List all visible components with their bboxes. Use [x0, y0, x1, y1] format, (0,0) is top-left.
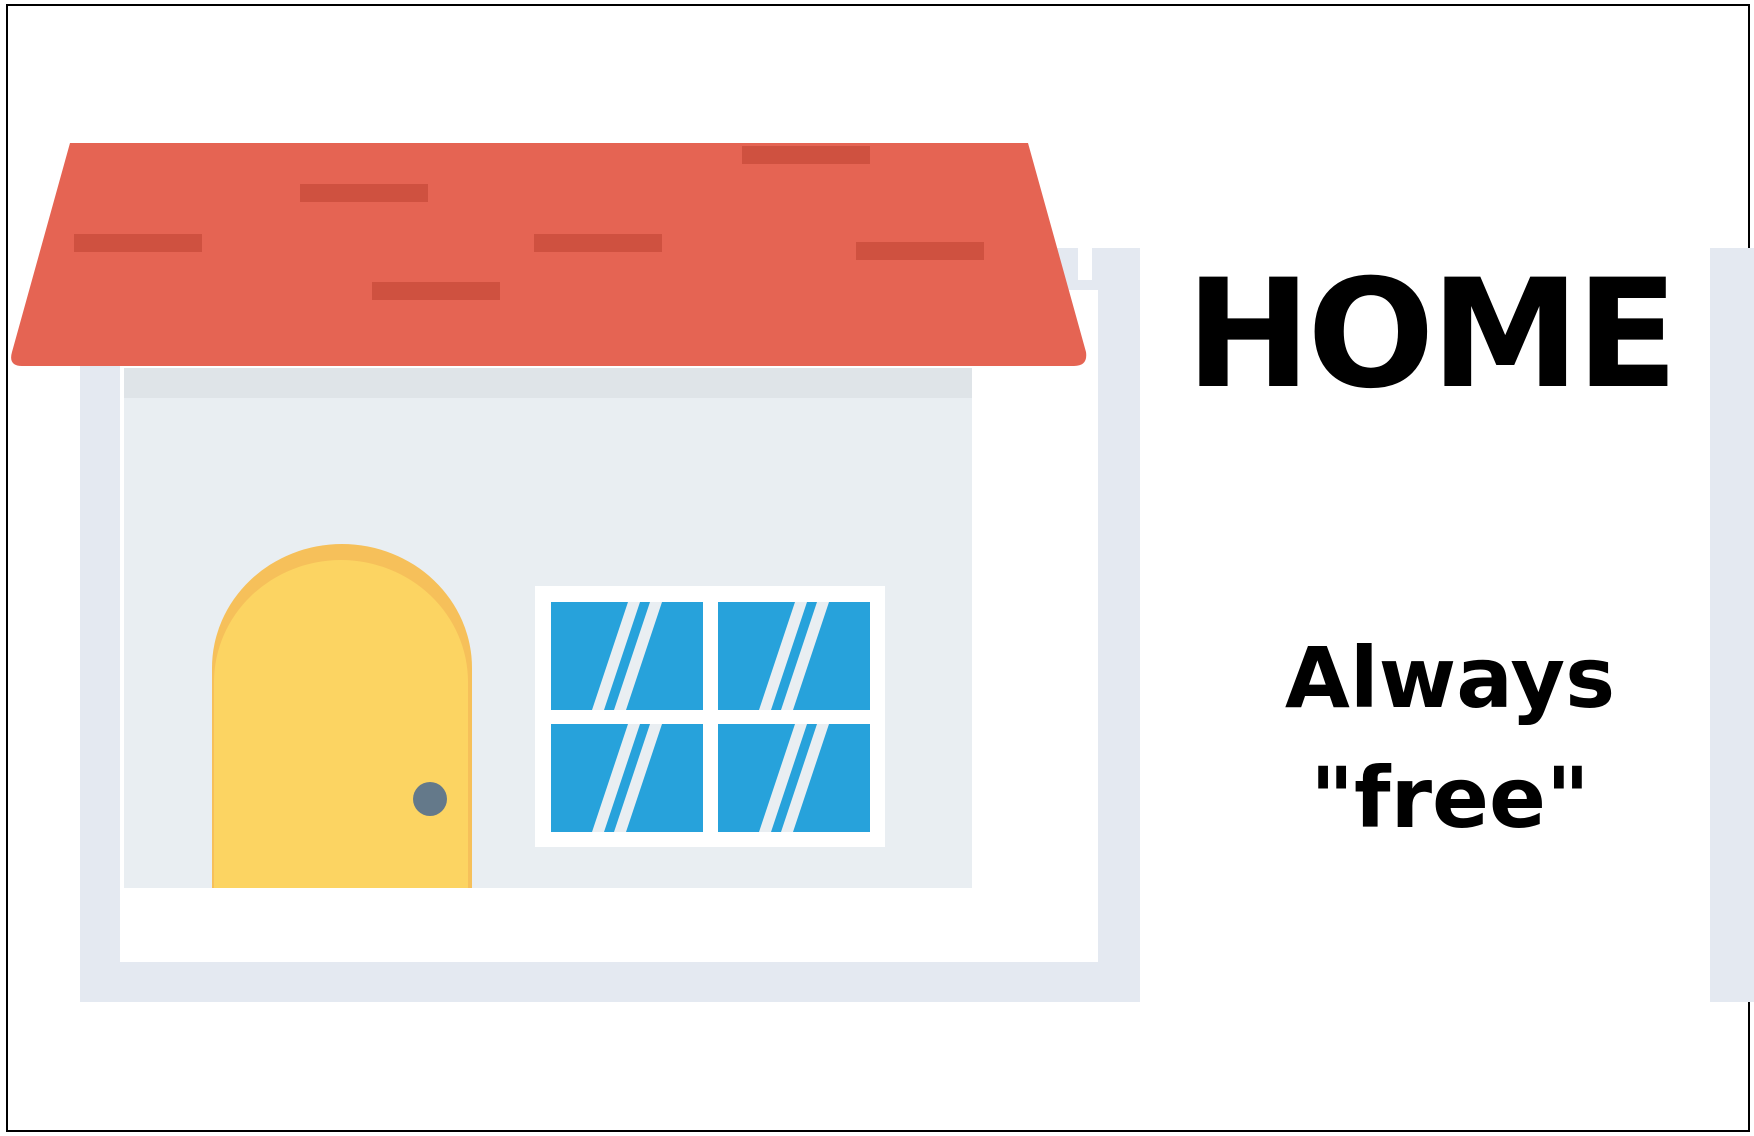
house-illustration	[11, 143, 1754, 1002]
door-icon	[212, 544, 472, 888]
right-edge-strip	[1710, 248, 1754, 1002]
backdrop-gap	[1078, 240, 1092, 280]
roof-shingle	[300, 184, 428, 202]
tagline: Always "free"	[1230, 618, 1670, 858]
roof-shingle	[74, 234, 202, 252]
page-title: HOME	[1185, 248, 1679, 422]
roof-shingle	[856, 242, 984, 260]
window-icon	[535, 586, 885, 847]
roof-shingle	[534, 234, 662, 252]
roof-shingle	[372, 282, 500, 300]
tagline-line-1: Always	[1284, 629, 1616, 727]
roof-shingle	[742, 146, 870, 164]
door-panel	[214, 560, 468, 888]
tagline-line-2: "free"	[1310, 749, 1590, 847]
house-icon	[11, 143, 1087, 888]
house-wall-shadow	[124, 368, 972, 398]
slide-canvas: HOME Always "free"	[0, 0, 1754, 1136]
door-knob-icon	[413, 782, 447, 816]
